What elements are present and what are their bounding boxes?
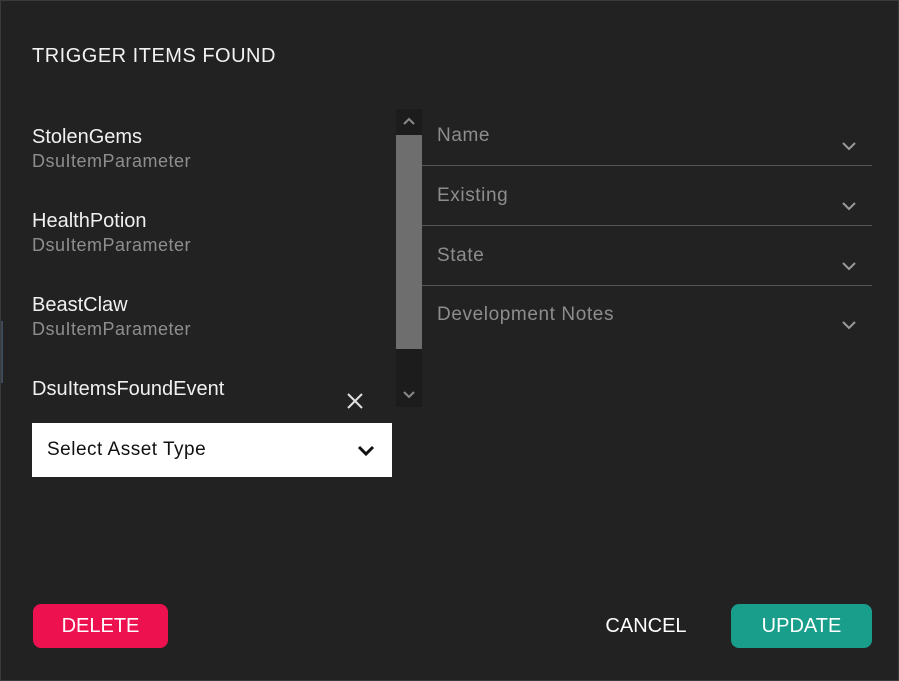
chevron-down-icon [840,199,858,213]
name-field[interactable]: Name [422,107,872,166]
scroll-down-icon[interactable] [396,383,422,407]
window-edge-highlight [1,321,3,383]
existing-field[interactable]: Existing [422,167,872,226]
chevron-down-icon [840,318,858,332]
dialog-title: TRIGGER ITEMS FOUND [32,45,276,67]
item-type: DsuItemParameter [32,235,192,255]
chevron-down-icon [354,439,378,463]
chevron-down-icon [840,259,858,273]
item-name: HealthPotion [32,210,147,232]
scroll-up-icon[interactable] [396,109,422,133]
list-scrollbar[interactable] [396,109,422,407]
list-item[interactable]: HealthPotion DsuItemParameter [32,209,372,257]
item-list[interactable]: StolenGems DsuItemParameter HealthPotion… [32,109,392,407]
cancel-button[interactable]: CANCEL [592,604,700,648]
state-field-label: State [437,245,485,266]
state-field[interactable]: State [422,227,872,286]
item-name: StolenGems [32,126,143,148]
close-icon[interactable] [344,390,366,412]
chevron-down-icon [840,139,858,153]
delete-button[interactable]: DELETE [33,604,168,648]
asset-type-select[interactable]: Select Asset Type [32,423,392,477]
development-notes-label: Development Notes [437,304,615,325]
list-item[interactable]: StolenGems DsuItemParameter [32,125,372,173]
scroll-thumb[interactable] [396,135,422,349]
development-notes-field[interactable]: Development Notes [422,286,872,344]
list-item[interactable]: DsuItemsFoundEvent [32,377,372,401]
existing-field-label: Existing [437,185,509,206]
update-button[interactable]: UPDATE [731,604,872,648]
item-name: BeastClaw [32,294,128,316]
item-name: DsuItemsFoundEvent [32,378,225,400]
close-icon-graphic [347,393,363,409]
item-type: DsuItemParameter [32,151,192,171]
list-item[interactable]: BeastClaw DsuItemParameter [32,293,372,341]
name-field-label: Name [437,125,491,146]
trigger-items-dialog: TRIGGER ITEMS FOUND StolenGems DsuItemPa… [0,0,899,681]
asset-type-value: Select Asset Type [47,439,207,460]
item-type: DsuItemParameter [32,319,192,339]
